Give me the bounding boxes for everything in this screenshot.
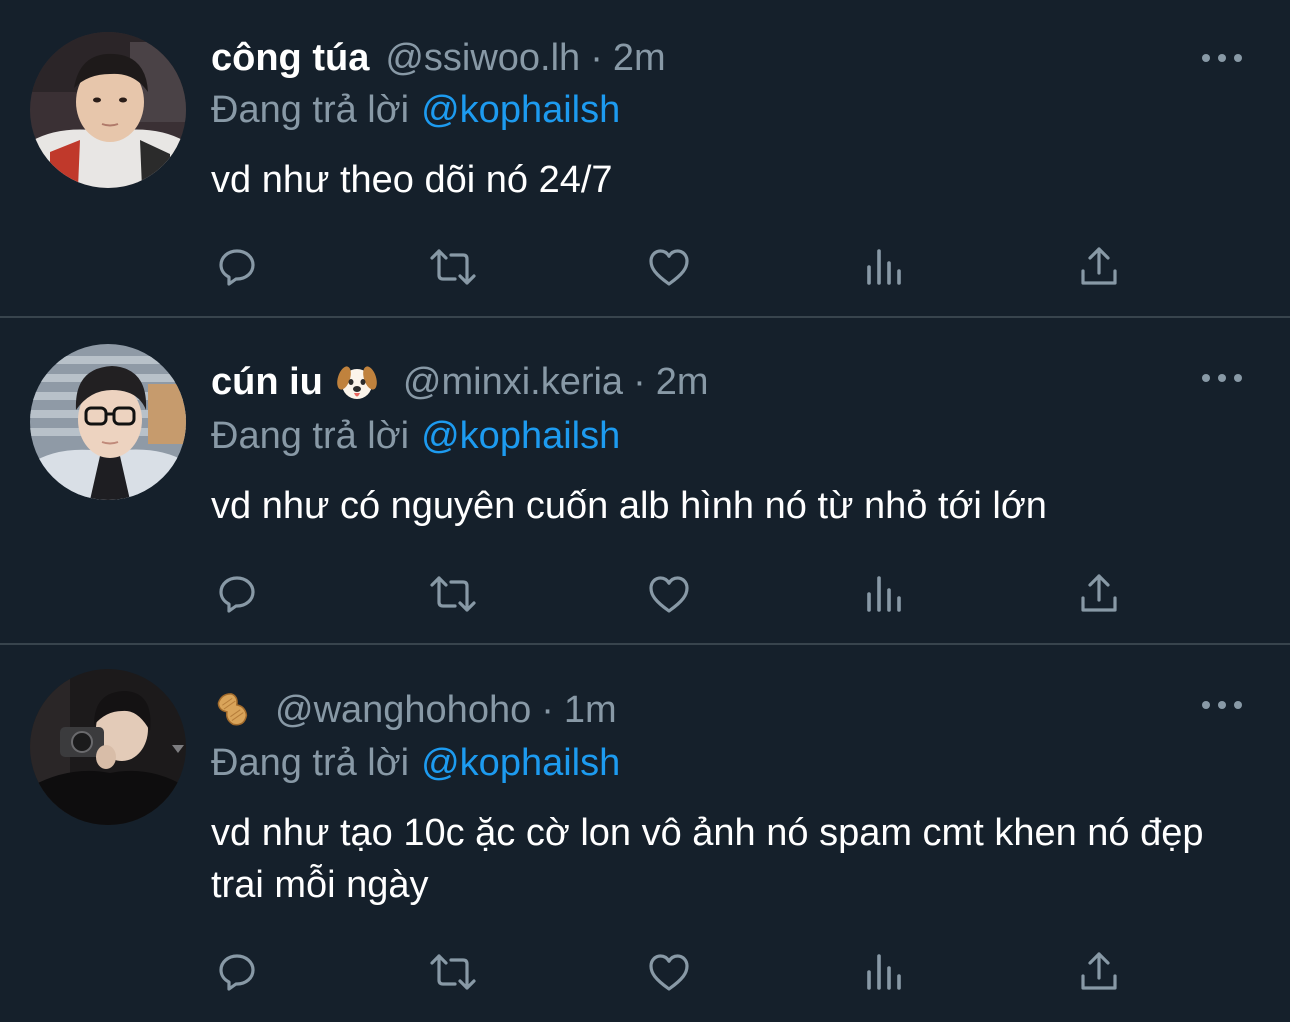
reply-target-link[interactable]: @kophailsh <box>421 415 620 457</box>
display-name[interactable]: công túa <box>211 34 369 82</box>
user-handle[interactable]: @ssiwoo.lh <box>385 34 580 82</box>
timestamp[interactable]: 2m <box>656 358 709 406</box>
more-options-icon[interactable] <box>1202 693 1242 717</box>
dog-face-emoji <box>335 360 379 404</box>
user-handle[interactable]: @wanghohoho <box>275 686 531 734</box>
like-icon[interactable] <box>643 243 695 291</box>
timestamp[interactable]: 1m <box>564 686 617 734</box>
reply-icon[interactable] <box>211 570 263 618</box>
more-options-icon[interactable] <box>1202 366 1242 390</box>
tweet-header: cún iu @minxi.keria · 2m <box>211 358 709 406</box>
like-icon[interactable] <box>643 570 695 618</box>
tweet-header: @wanghohoho · 1m <box>211 686 617 734</box>
replying-to: Đang trả lời @kophailsh <box>211 86 620 134</box>
replying-to: Đang trả lời @kophailsh <box>211 739 620 787</box>
views-icon[interactable] <box>859 948 911 996</box>
tweet-header: công túa @ssiwoo.lh · 2m <box>211 34 666 82</box>
reply-icon[interactable] <box>211 243 263 291</box>
tweet[interactable]: công túa @ssiwoo.lh · 2m Đang trả lời @ko… <box>0 0 1290 316</box>
separator-dot: · <box>541 689 554 731</box>
replying-to: Đang trả lời @kophailsh <box>211 412 620 460</box>
user-handle[interactable]: @minxi.keria <box>403 358 623 406</box>
retweet-icon[interactable] <box>427 570 479 618</box>
tweet-actions <box>211 243 1131 291</box>
display-name[interactable]: cún iu <box>211 358 323 406</box>
tweet[interactable]: @wanghohoho · 1m Đang trả lời @kophailsh … <box>0 645 1290 1022</box>
replying-to-label: Đang trả lời <box>211 742 410 784</box>
replying-to-label: Đang trả lời <box>211 415 410 457</box>
share-icon[interactable] <box>1073 948 1125 996</box>
timestamp[interactable]: 2m <box>613 34 666 82</box>
replying-to-label: Đang trả lời <box>211 89 410 131</box>
tweet-actions <box>211 948 1131 996</box>
tweet-actions <box>211 570 1131 618</box>
separator-dot: · <box>633 361 646 403</box>
tweet-text: vd như tạo 10c ặc cờ lon vô ảnh nó spam … <box>211 812 1204 906</box>
separator-dot: · <box>590 37 603 79</box>
tweet-text: vd như có nguyên cuốn alb hình nó từ nhỏ… <box>211 485 1047 527</box>
reply-feed: công túa @ssiwoo.lh · 2m Đang trả lời @ko… <box>0 0 1290 1022</box>
share-icon[interactable] <box>1073 243 1125 291</box>
tweet[interactable]: cún iu @minxi.keria · 2m Đang trả lời @ko… <box>0 318 1290 643</box>
reply-icon[interactable] <box>211 948 263 996</box>
views-icon[interactable] <box>859 570 911 618</box>
like-icon[interactable] <box>643 948 695 996</box>
views-icon[interactable] <box>859 243 911 291</box>
retweet-icon[interactable] <box>427 243 479 291</box>
retweet-icon[interactable] <box>427 948 479 996</box>
avatar[interactable] <box>30 669 186 825</box>
avatar[interactable] <box>30 32 186 188</box>
more-options-icon[interactable] <box>1202 46 1242 70</box>
peanut-emoji <box>211 688 255 732</box>
avatar[interactable] <box>30 344 186 500</box>
reply-target-link[interactable]: @kophailsh <box>421 742 620 784</box>
share-icon[interactable] <box>1073 570 1125 618</box>
reply-target-link[interactable]: @kophailsh <box>421 89 620 131</box>
tweet-text: vd như theo dõi nó 24/7 <box>211 159 613 201</box>
